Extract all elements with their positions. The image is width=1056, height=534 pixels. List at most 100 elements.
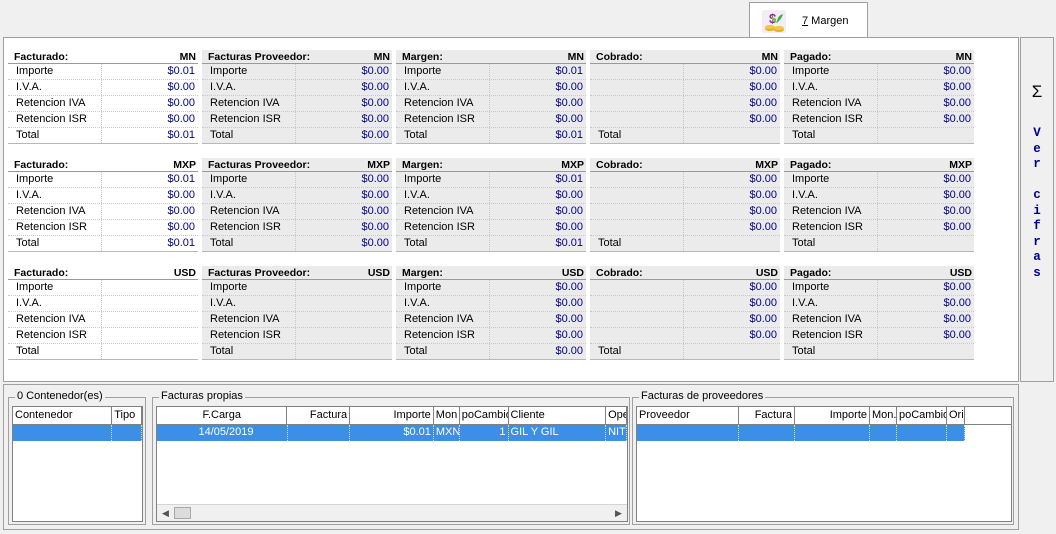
row-label: I.V.A. <box>8 80 102 95</box>
row-label: Retencion ISR <box>202 112 296 127</box>
row-label: Retencion ISR <box>784 328 878 343</box>
row-label: Total <box>8 236 102 251</box>
row-label: Retencion IVA <box>784 312 878 327</box>
card-title: Facturado: <box>14 158 69 171</box>
card-row: Importe $0.00 <box>202 172 392 188</box>
row-value: $0.00 <box>361 129 389 141</box>
row-label: Total <box>202 128 296 143</box>
card-row: Importe $0.01 <box>396 172 586 188</box>
tab-margen[interactable]: $ 7 Margen <box>749 2 868 38</box>
card-row: Total <box>8 344 198 360</box>
col-mon[interactable]: Mon <box>434 407 460 424</box>
card-row: $0.00 <box>590 280 780 296</box>
col-ope[interactable]: Ope <box>606 407 627 424</box>
row-value: $0.00 <box>555 329 583 341</box>
card-title: Facturas Proveedor: <box>208 158 311 171</box>
table-row[interactable] <box>13 425 142 441</box>
col-tipo[interactable]: Tipo <box>112 407 142 424</box>
card-row: $0.00 <box>590 172 780 188</box>
card-header: Cobrado: MN <box>590 50 780 64</box>
row-value: $0.00 <box>167 81 195 93</box>
row-label: Retencion ISR <box>202 328 296 343</box>
row-value: $0.00 <box>361 113 389 125</box>
row-label: Total <box>396 344 490 359</box>
cell-prov-importe <box>795 425 870 441</box>
row-label: Total <box>590 344 684 359</box>
col-importe[interactable]: Importe <box>350 407 434 424</box>
row-label: Retencion IVA <box>202 204 296 219</box>
scroll-right-icon[interactable]: ▶ <box>610 505 627 521</box>
card-row: Retencion IVA $0.00 <box>202 96 392 112</box>
col-fcarga[interactable]: F.Carga <box>157 407 288 424</box>
row-value <box>102 296 198 311</box>
row-value: $0.00 <box>749 313 777 325</box>
card-row: Retencion IVA $0.00 <box>784 204 974 220</box>
table-row[interactable] <box>637 425 965 441</box>
row-label: Importe <box>396 64 490 79</box>
card-currency: MXP <box>949 158 972 171</box>
card-title: Facturas Proveedor: <box>208 50 311 63</box>
facturas-propias-grid[interactable]: F.Carga Factura Importe Mon poCambio Cli… <box>156 406 628 522</box>
col-proveedor[interactable]: Proveedor <box>637 407 739 424</box>
row-label: I.V.A. <box>396 188 490 203</box>
card-currency: MN <box>373 50 390 63</box>
row-label: Total <box>590 128 684 143</box>
col-tipocambio[interactable]: poCambio <box>460 407 509 424</box>
row-label: I.V.A. <box>784 80 878 95</box>
row-value: $0.00 <box>749 65 777 77</box>
col-prov-importe[interactable]: Importe <box>795 407 870 424</box>
card-row: Total $0.00 <box>202 236 392 252</box>
col-prov-mon[interactable]: Mon. <box>870 407 897 424</box>
facturas-propias-title: Facturas propias <box>159 390 245 402</box>
col-contenedor[interactable]: Contenedor <box>13 407 113 424</box>
card-row: Importe $0.00 <box>202 64 392 80</box>
card-row: Total $0.01 <box>396 128 586 144</box>
side-toggle-panel[interactable]: Σ V e r c i f r a s <box>1020 37 1054 382</box>
horizontal-scrollbar[interactable]: ◀ ▶ <box>157 504 627 521</box>
row-value: $0.00 <box>361 97 389 109</box>
card-row: Retencion ISR $0.00 <box>202 220 392 236</box>
col-prov-factura[interactable]: Factura <box>739 407 795 424</box>
card-row: Total <box>590 344 780 360</box>
row-label <box>590 312 684 327</box>
row-value: $0.00 <box>361 65 389 77</box>
scroll-left-icon[interactable]: ◀ <box>157 505 174 521</box>
card-currency: USD <box>173 266 196 279</box>
row-value: $0.00 <box>555 281 583 293</box>
cell-cliente: GIL Y GIL <box>509 425 607 441</box>
summary-card-cobrado-usd: Cobrado: USD $0.00 $0.00 $0.00 $0.00 Total <box>590 266 780 360</box>
card-row: Retencion IVA <box>202 312 392 328</box>
row-label: I.V.A. <box>8 296 102 311</box>
card-row: I.V.A. $0.00 <box>396 188 586 204</box>
contenedores-title: 0 Contenedor(es) <box>15 390 105 402</box>
col-prov-tipocambio[interactable]: poCambio <box>897 407 947 424</box>
scroll-thumb[interactable] <box>174 507 191 519</box>
row-label: Retencion ISR <box>202 220 296 235</box>
facturas-proveedores-grid[interactable]: Proveedor Factura Importe Mon. poCambio … <box>636 406 1012 522</box>
card-header: Facturas Proveedor: USD <box>202 266 392 280</box>
contenedores-grid[interactable]: Contenedor Tipo <box>12 406 143 522</box>
row-label <box>590 328 684 343</box>
card-row: $0.00 <box>590 188 780 204</box>
cell-factura <box>288 425 351 441</box>
row-value <box>684 344 780 359</box>
card-row: Retencion ISR <box>8 328 198 344</box>
row-label: Total <box>202 236 296 251</box>
cell-tipo <box>112 425 142 441</box>
row-label: Retencion IVA <box>8 312 102 327</box>
row-value: $0.00 <box>361 81 389 93</box>
card-row: Retencion ISR $0.00 <box>8 112 198 128</box>
card-row: Retencion ISR $0.00 <box>202 112 392 128</box>
row-label <box>590 204 684 219</box>
row-value <box>296 280 392 295</box>
row-value <box>684 236 780 251</box>
col-cliente[interactable]: Cliente <box>509 407 607 424</box>
card-row: Importe $0.00 <box>784 280 974 296</box>
row-value: $0.00 <box>555 297 583 309</box>
col-prov-ori[interactable]: Ori <box>947 407 965 424</box>
col-factura[interactable]: Factura <box>287 407 351 424</box>
ver-cifras-button[interactable]: V e r c i f r a s <box>1021 126 1053 281</box>
row-label: Importe <box>8 172 102 187</box>
row-value: $0.00 <box>167 113 195 125</box>
table-row[interactable]: 14/05/2019 $0.01 MXN 1 GIL Y GIL NIT <box>157 425 627 441</box>
